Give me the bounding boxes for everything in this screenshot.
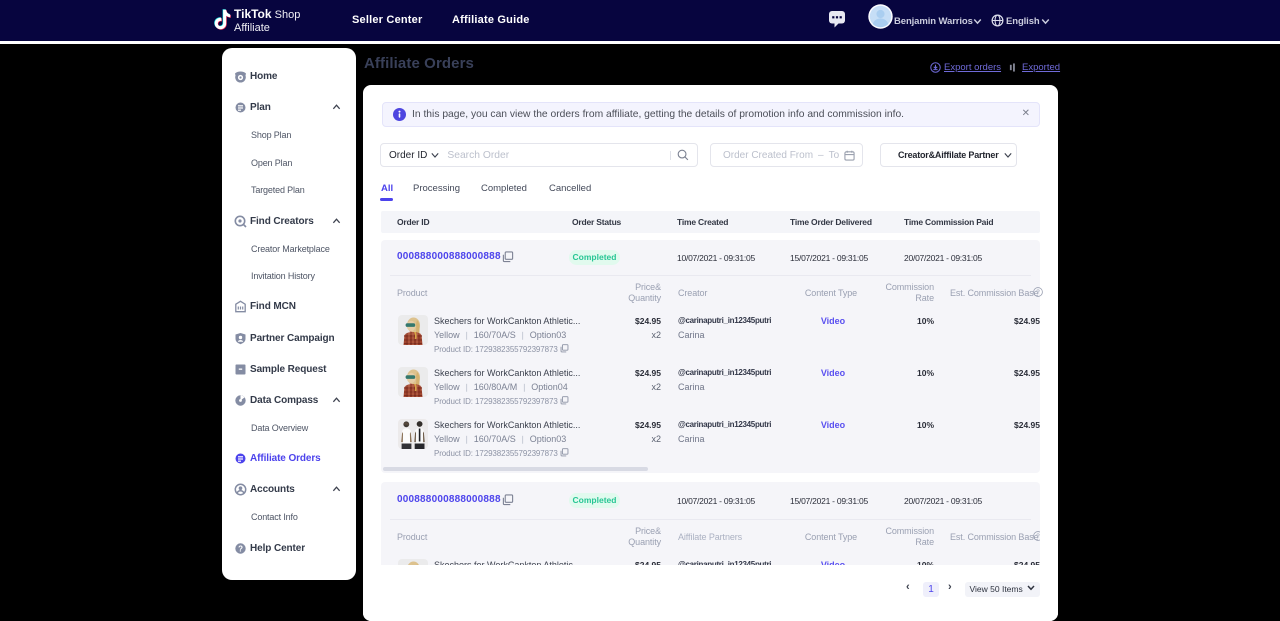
svg-text:?: ? xyxy=(238,544,243,553)
svg-text:?: ? xyxy=(1036,533,1040,540)
svg-text:?: ? xyxy=(1036,289,1040,296)
